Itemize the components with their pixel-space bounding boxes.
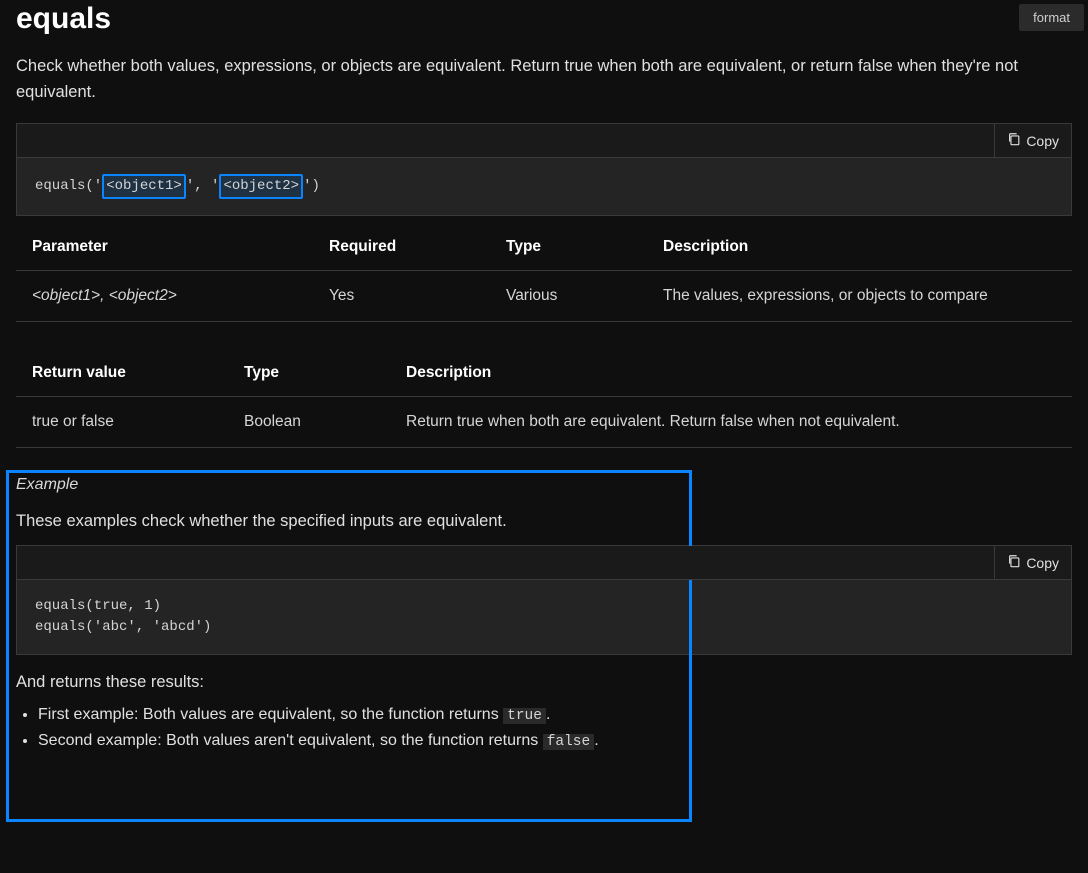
list-item: First example: Both values are equivalen… <box>38 706 1072 724</box>
sig-prefix: equals(' <box>35 178 102 194</box>
td-description: The values, expressions, or objects to c… <box>647 271 1072 322</box>
th-description: Description <box>647 224 1072 271</box>
signature-codeblock: Copy equals('<object1>', '<object2>') <box>16 123 1072 216</box>
td-return-description: Return true when both are equivalent. Re… <box>390 397 1072 448</box>
page: equals Check whether both values, expres… <box>0 0 1088 798</box>
th-return-description: Description <box>390 350 1072 397</box>
example-code: equals(true, 1) equals('abc', 'abcd') <box>17 580 1071 654</box>
list-item: Second example: Both values aren't equiv… <box>38 732 1072 750</box>
result2-text: Second example: Both values aren't equiv… <box>38 732 543 749</box>
parameters-table: Parameter Required Type Description <obj… <box>16 224 1072 322</box>
sig-suffix: ') <box>303 178 320 194</box>
sig-param1: <object1> <box>102 174 186 199</box>
td-required: Yes <box>313 271 490 322</box>
result2-suffix: . <box>594 732 598 749</box>
copy-label: Copy <box>1026 555 1059 571</box>
copy-button[interactable]: Copy <box>994 546 1071 579</box>
th-return-type: Type <box>228 350 390 397</box>
th-return-value: Return value <box>16 350 228 397</box>
sig-between: ', ' <box>186 178 220 194</box>
example-codeblock: Copy equals(true, 1) equals('abc', 'abcd… <box>16 545 1072 655</box>
th-type: Type <box>490 224 647 271</box>
th-required: Required <box>313 224 490 271</box>
example-heading: Example <box>16 476 1072 494</box>
sig-param2: <object2> <box>219 174 303 199</box>
copy-button[interactable]: Copy <box>994 124 1071 157</box>
result1-text: First example: Both values are equivalen… <box>38 706 503 723</box>
td-return-type: Boolean <box>228 397 390 448</box>
table-row: <object1>, <object2> Yes Various The val… <box>16 271 1072 322</box>
td-type: Various <box>490 271 647 322</box>
returns-table: Return value Type Description true or fa… <box>16 350 1072 448</box>
table-row: true or false Boolean Return true when b… <box>16 397 1072 448</box>
result1-suffix: . <box>546 706 550 723</box>
copy-label: Copy <box>1026 133 1059 149</box>
results-intro: And returns these results: <box>16 673 1072 692</box>
result2-code: false <box>543 734 595 750</box>
th-parameter: Parameter <box>16 224 313 271</box>
copy-icon <box>1007 554 1021 571</box>
signature-code: equals('<object1>', '<object2>') <box>17 158 1071 215</box>
copy-icon <box>1007 132 1021 149</box>
page-title: equals <box>16 0 1072 36</box>
code-toolbar: Copy <box>17 546 1071 580</box>
td-param: <object1>, <object2> <box>16 271 313 322</box>
example-intro: These examples check whether the specifi… <box>16 512 1072 531</box>
code-toolbar: Copy <box>17 124 1071 158</box>
results-list: First example: Both values are equivalen… <box>38 706 1072 750</box>
result1-code: true <box>503 708 546 724</box>
function-description: Check whether both values, expressions, … <box>16 54 1066 105</box>
td-return-value: true or false <box>16 397 228 448</box>
example-section: Example These examples check whether the… <box>16 476 1072 750</box>
format-tag: format <box>1019 4 1084 31</box>
